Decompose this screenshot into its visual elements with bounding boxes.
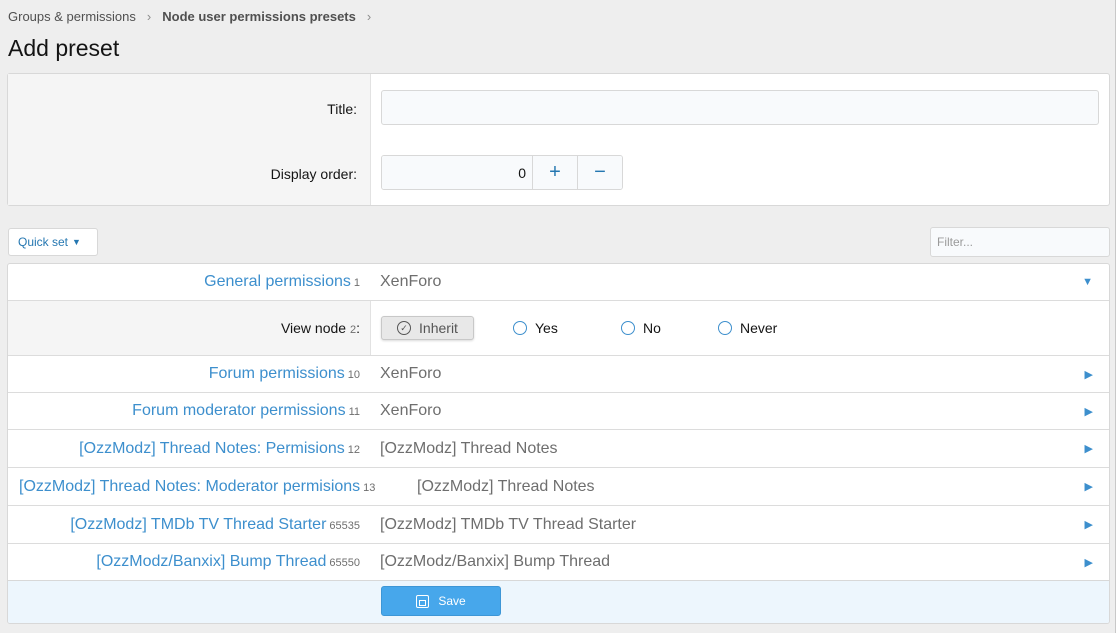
view-node-label: View node 2: [280,320,360,336]
group-count: 65550 [329,557,360,569]
caret-down-icon[interactable]: ▼ [1082,276,1093,288]
group-title: Forum permissions 10 [208,365,360,382]
group-title: [OzzModz] Thread Notes: Permisions 12 [79,439,360,457]
permission-group-general[interactable]: General permissions 1 XenForo ▼ [8,264,1109,301]
group-count: 1 [353,277,360,289]
permission-group-forum-moderator[interactable]: Forum moderator permissions 11 XenForo ▶ [8,393,1109,430]
group-provider: [OzzModz] Thread Notes [380,439,558,457]
preset-form: Title: Display order: + − [7,73,1110,206]
caret-right-icon[interactable]: ▶ [1085,480,1093,493]
caret-right-icon[interactable]: ▶ [1085,442,1093,455]
group-count: 13 [363,481,376,494]
inherit-option[interactable]: ✓ Inherit [381,316,474,340]
display-order-input[interactable] [382,156,532,189]
save-button[interactable]: Save [381,586,501,616]
no-option[interactable]: No [621,320,661,336]
permission-group-thread-notes-moderator[interactable]: [OzzModz] Thread Notes: Moderator permis… [8,468,1109,506]
save-icon [416,594,430,608]
caret-right-icon[interactable]: ▶ [1085,518,1093,531]
group-provider: XenForo [380,402,442,419]
display-order-label: Display order: [270,166,357,182]
breadcrumb-node-presets[interactable]: Node user permissions presets [162,9,356,24]
caret-right-icon[interactable]: ▶ [1085,405,1093,418]
group-title: [OzzModz] Thread Notes: Moderator permis… [19,477,376,495]
quick-set-button[interactable]: Quick set ▼ [8,228,98,256]
title-label: Title: [327,101,357,117]
never-option[interactable]: Never [718,320,777,336]
display-order-stepper: + − [381,155,623,190]
group-count: 65535 [329,519,360,532]
group-provider: XenForo [380,365,442,382]
permissions-list: General permissions 1 XenForo ▼ View node… [7,263,1110,624]
page-title: Add preset [8,35,120,61]
increment-button[interactable]: + [532,156,577,189]
group-count: 11 [348,406,360,418]
breadcrumb-separator-icon: › [146,9,152,24]
caret-down-icon: ▼ [72,237,81,247]
group-provider: [OzzModz] Thread Notes [417,477,595,495]
radio-circle-icon [621,321,635,335]
radio-circle-icon [513,321,527,335]
check-circle-icon: ✓ [397,321,412,335]
group-count: 12 [347,443,360,456]
group-title: General permissions 1 [204,273,360,290]
group-provider: [OzzModz/Banxix] Bump Thread [380,553,611,570]
breadcrumb-separator-icon: › [366,9,372,24]
group-title: [OzzModz/Banxix] Bump Thread 65550 [96,553,360,570]
breadcrumb-groups-permissions[interactable]: Groups & permissions [8,9,136,24]
breadcrumb: Groups & permissions › Node user permiss… [8,9,382,24]
group-provider: [OzzModz] TMDb TV Thread Starter [380,515,637,533]
permission-group-thread-notes[interactable]: [OzzModz] Thread Notes: Permisions 12 [Oz… [8,430,1109,468]
permission-group-forum[interactable]: Forum permissions 10 XenForo ▶ [8,356,1109,393]
group-title: Forum moderator permissions 11 [132,402,360,419]
group-title: [OzzModz] TMDb TV Thread Starter 65535 [70,515,360,533]
yes-option[interactable]: Yes [513,320,558,336]
group-count: 10 [347,369,360,381]
permission-group-tmdb[interactable]: [OzzModz] TMDb TV Thread Starter 65535 [O… [8,506,1109,544]
caret-right-icon[interactable]: ▶ [1085,556,1093,569]
permission-view-node: View node 2: ✓ Inherit Yes No Never [8,301,1109,356]
caret-right-icon[interactable]: ▶ [1085,368,1093,381]
radio-circle-icon [718,321,732,335]
quick-set-label: Quick set [18,235,69,249]
decrement-button[interactable]: − [577,156,622,189]
permission-group-bump-thread[interactable]: [OzzModz/Banxix] Bump Thread 65550 [OzzMo… [8,544,1109,581]
form-labels-column [8,74,371,205]
filter-input[interactable] [930,227,1110,257]
group-provider: XenForo [380,273,442,290]
form-footer: Save [8,580,1109,623]
title-input[interactable] [381,90,1099,125]
